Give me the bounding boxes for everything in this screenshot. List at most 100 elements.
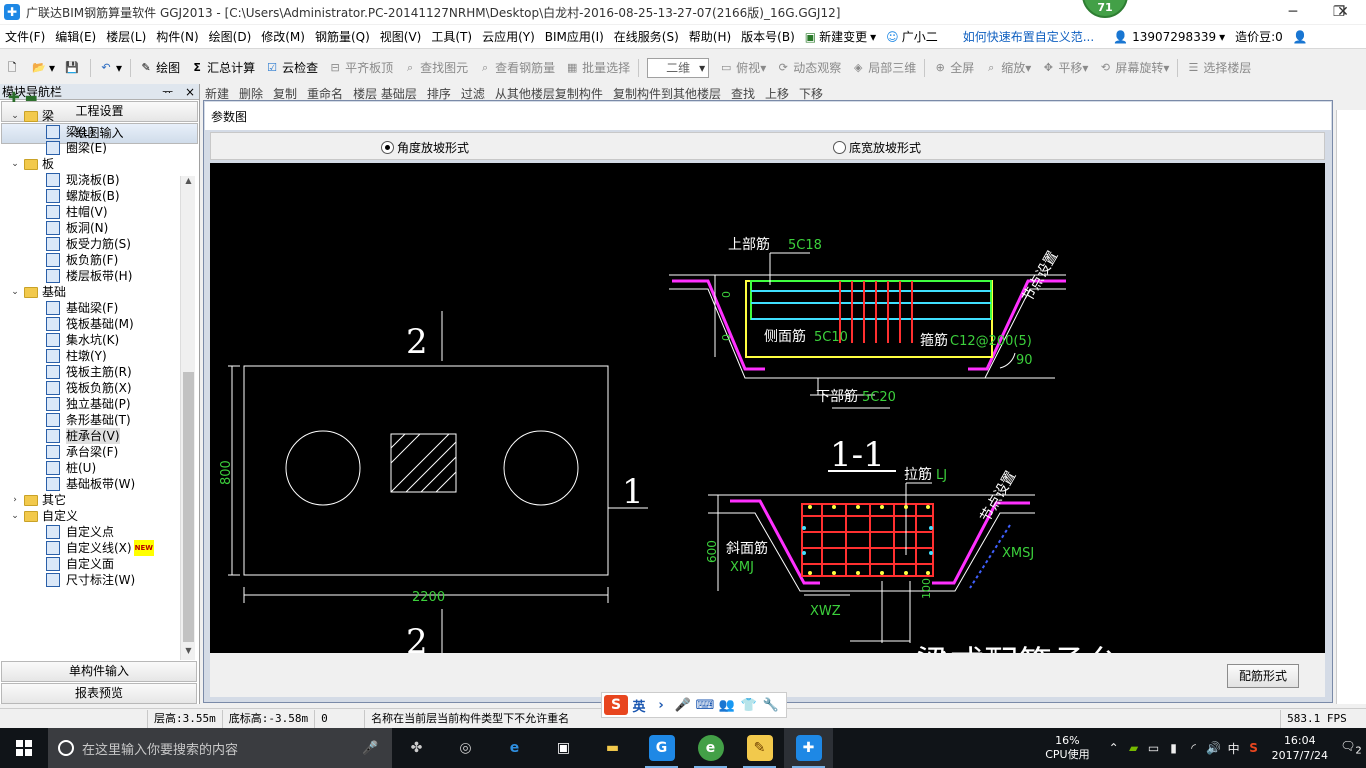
view-rebar-button[interactable]: ⌕ 查看钢筋量 xyxy=(473,57,560,79)
battery-icon[interactable]: ▮ xyxy=(1164,741,1184,755)
sogou-logo-icon[interactable]: S xyxy=(604,695,628,715)
tree-folder[interactable]: ⌄ 板 xyxy=(0,156,198,172)
tree-item[interactable]: 自定义线(X) NEW xyxy=(0,540,198,556)
sogou-tray-icon[interactable]: S xyxy=(1244,741,1264,755)
keyboard-icon[interactable]: ⌨ xyxy=(694,698,716,713)
rotate-button[interactable]: ⟲ 屏幕旋转 ▾ xyxy=(1093,57,1174,79)
collapse-all-icon[interactable]: ▬ xyxy=(25,90,38,106)
taskbar-app-explorer[interactable]: ▬ xyxy=(588,728,637,768)
tree-item[interactable]: 桩承台(V) xyxy=(0,428,198,444)
menu-cloud[interactable]: 云应用(Y) xyxy=(477,28,540,45)
tree-item[interactable]: 板受力筋(S) xyxy=(0,236,198,252)
tree-folder[interactable]: ⌄ 基础 xyxy=(0,284,198,300)
taskbar-app-pinwheel[interactable]: ✤ xyxy=(392,728,441,768)
menu-bim[interactable]: BIM应用(I) xyxy=(540,28,609,45)
taskbar-app-store[interactable]: ▣ xyxy=(539,728,588,768)
menu-modify[interactable]: 修改(M) xyxy=(256,28,310,45)
taskbar-search[interactable]: 在这里输入你要搜索的内容 🎤 xyxy=(48,728,392,768)
punctuation-icon[interactable]: › xyxy=(650,698,672,713)
taskbar-app-ggj[interactable]: ✚ xyxy=(784,728,833,768)
tray-expand-icon[interactable]: ⌃ xyxy=(1104,741,1124,755)
menu-file[interactable]: 文件(F) xyxy=(0,28,50,45)
volume-icon[interactable]: 🔊 xyxy=(1204,741,1224,755)
close-button[interactable]: ✕ xyxy=(1320,0,1366,24)
tree-item[interactable]: 楼层板带(H) xyxy=(0,268,198,284)
help-link[interactable]: 如何快速布置自定义范... xyxy=(963,28,1094,45)
menu-floor[interactable]: 楼层(L) xyxy=(101,28,151,45)
collapse-arrow-icon[interactable]: ⌄ xyxy=(10,508,20,524)
menu-help[interactable]: 帮助(H) xyxy=(684,28,736,45)
wifi-icon[interactable]: ◜ xyxy=(1184,741,1204,755)
draw-button[interactable]: ✎ 绘图 xyxy=(134,57,185,79)
cloud-check-button[interactable]: ☑ 云检查 xyxy=(260,57,323,79)
taskbar-clock[interactable]: 16:04 2017/7/24 xyxy=(1272,733,1328,763)
zoom-button[interactable]: ⌕ 缩放 ▾ xyxy=(979,57,1036,79)
menu-view[interactable]: 视图(V) xyxy=(375,28,427,45)
find-element-button[interactable]: ⌕ 查找图元 xyxy=(398,57,473,79)
save-button[interactable]: 💾 xyxy=(60,57,87,79)
tree-folder[interactable]: ⌄ 梁 xyxy=(0,108,198,124)
scroll-up-icon[interactable]: ▲ xyxy=(181,176,196,185)
notification-center-icon[interactable]: 🗨2 xyxy=(1336,739,1366,756)
open-file-button[interactable]: 📂 ▾ xyxy=(27,57,60,79)
rebar-form-button[interactable]: 配筋形式 xyxy=(1227,664,1299,688)
microphone-icon[interactable]: 🎤 xyxy=(362,741,378,756)
taskbar-app-notes[interactable]: ✎ xyxy=(735,728,784,768)
minimize-button[interactable]: ─ xyxy=(1270,0,1316,24)
menu-rebar-quantity[interactable]: 钢筋量(Q) xyxy=(310,28,375,45)
nvidia-icon[interactable]: ▰ xyxy=(1124,741,1144,755)
expand-all-icon[interactable]: ✚ xyxy=(8,90,20,106)
tree-item[interactable]: 基础板带(W) xyxy=(0,476,198,492)
tree-item[interactable]: 筏板负筋(X) xyxy=(0,380,198,396)
select-floor-button[interactable]: ☰ 选择楼层 xyxy=(1181,57,1256,79)
report-preview-button[interactable]: 报表预览 xyxy=(1,683,197,704)
single-input-button[interactable]: 单构件输入 xyxy=(1,661,197,682)
tree-item[interactable]: 自定义面 xyxy=(0,556,198,572)
tree-item[interactable]: 筏板主筋(R) xyxy=(0,364,198,380)
taskbar-app-glodon[interactable]: G xyxy=(637,728,686,768)
ime-language-indicator[interactable]: 中 xyxy=(1224,740,1244,757)
tree-item[interactable]: 板负筋(F) xyxy=(0,252,198,268)
cpu-usage[interactable]: 16% CPU使用 xyxy=(1045,734,1089,762)
menu-version[interactable]: 版本号(B) xyxy=(736,28,800,45)
tree-item[interactable]: 承台梁(F) xyxy=(0,444,198,460)
new-change-button[interactable]: ▣ 新建变更 ▾ xyxy=(800,28,881,45)
ime-lang-toggle[interactable]: 英 xyxy=(628,696,650,715)
sum-calc-button[interactable]: Σ 汇总计算 xyxy=(185,57,260,79)
tree-expand-collapse[interactable]: ✚ ▬ xyxy=(0,88,198,108)
undo-button[interactable]: ↶ ▾ xyxy=(94,57,127,79)
start-button[interactable] xyxy=(0,728,48,768)
wrench-icon[interactable]: 🔧 xyxy=(760,698,782,713)
batch-select-button[interactable]: ▦ 批量选择 xyxy=(560,57,635,79)
taskbar-app-spiral[interactable]: ◎ xyxy=(441,728,490,768)
users-icon[interactable]: 👥 xyxy=(716,698,738,713)
tree-item[interactable]: 集水坑(K) xyxy=(0,332,198,348)
tree-item[interactable]: 圈梁(E) xyxy=(0,140,198,156)
align-top-button[interactable]: ⊟ 平齐板顶 xyxy=(323,57,398,79)
tree-item[interactable]: 柱帽(V) xyxy=(0,204,198,220)
tray-app-icon[interactable]: ▭ xyxy=(1144,741,1164,755)
collapse-arrow-icon[interactable]: ⌄ xyxy=(10,284,20,300)
tree-item[interactable]: 螺旋板(B) xyxy=(0,188,198,204)
collapse-arrow-icon[interactable]: ⌄ xyxy=(10,108,20,124)
profile-icon[interactable]: 👤 xyxy=(1288,30,1313,44)
radio-angle-slope[interactable]: 角度放坡形式 xyxy=(381,139,469,156)
taskbar-app-edge[interactable]: e xyxy=(490,728,539,768)
tree-item[interactable]: 筏板基础(M) xyxy=(0,316,198,332)
tree-item[interactable]: 条形基础(T) xyxy=(0,412,198,428)
menu-online[interactable]: 在线服务(S) xyxy=(609,28,684,45)
expand-arrow-icon[interactable]: › xyxy=(10,492,20,508)
collapse-arrow-icon[interactable]: ⌄ xyxy=(10,156,20,172)
skin-icon[interactable]: 👕 xyxy=(738,698,760,713)
coins-label[interactable]: 造价豆:0 xyxy=(1230,28,1288,45)
user-account[interactable]: 👤 13907298339 ▾ xyxy=(1108,30,1230,44)
tree-item[interactable]: 柱墩(Y) xyxy=(0,348,198,364)
tree-item[interactable]: 板洞(N) xyxy=(0,220,198,236)
new-file-button[interactable]: 🗋 xyxy=(0,57,27,79)
tree-item[interactable]: 桩(U) xyxy=(0,460,198,476)
scroll-thumb[interactable] xyxy=(183,372,194,642)
taskbar-app-360[interactable]: e xyxy=(686,728,735,768)
menu-tools[interactable]: 工具(T) xyxy=(426,28,477,45)
assistant-button[interactable]: ☺ 广小二 xyxy=(881,28,943,45)
microphone-icon[interactable]: 🎤 xyxy=(672,698,694,713)
